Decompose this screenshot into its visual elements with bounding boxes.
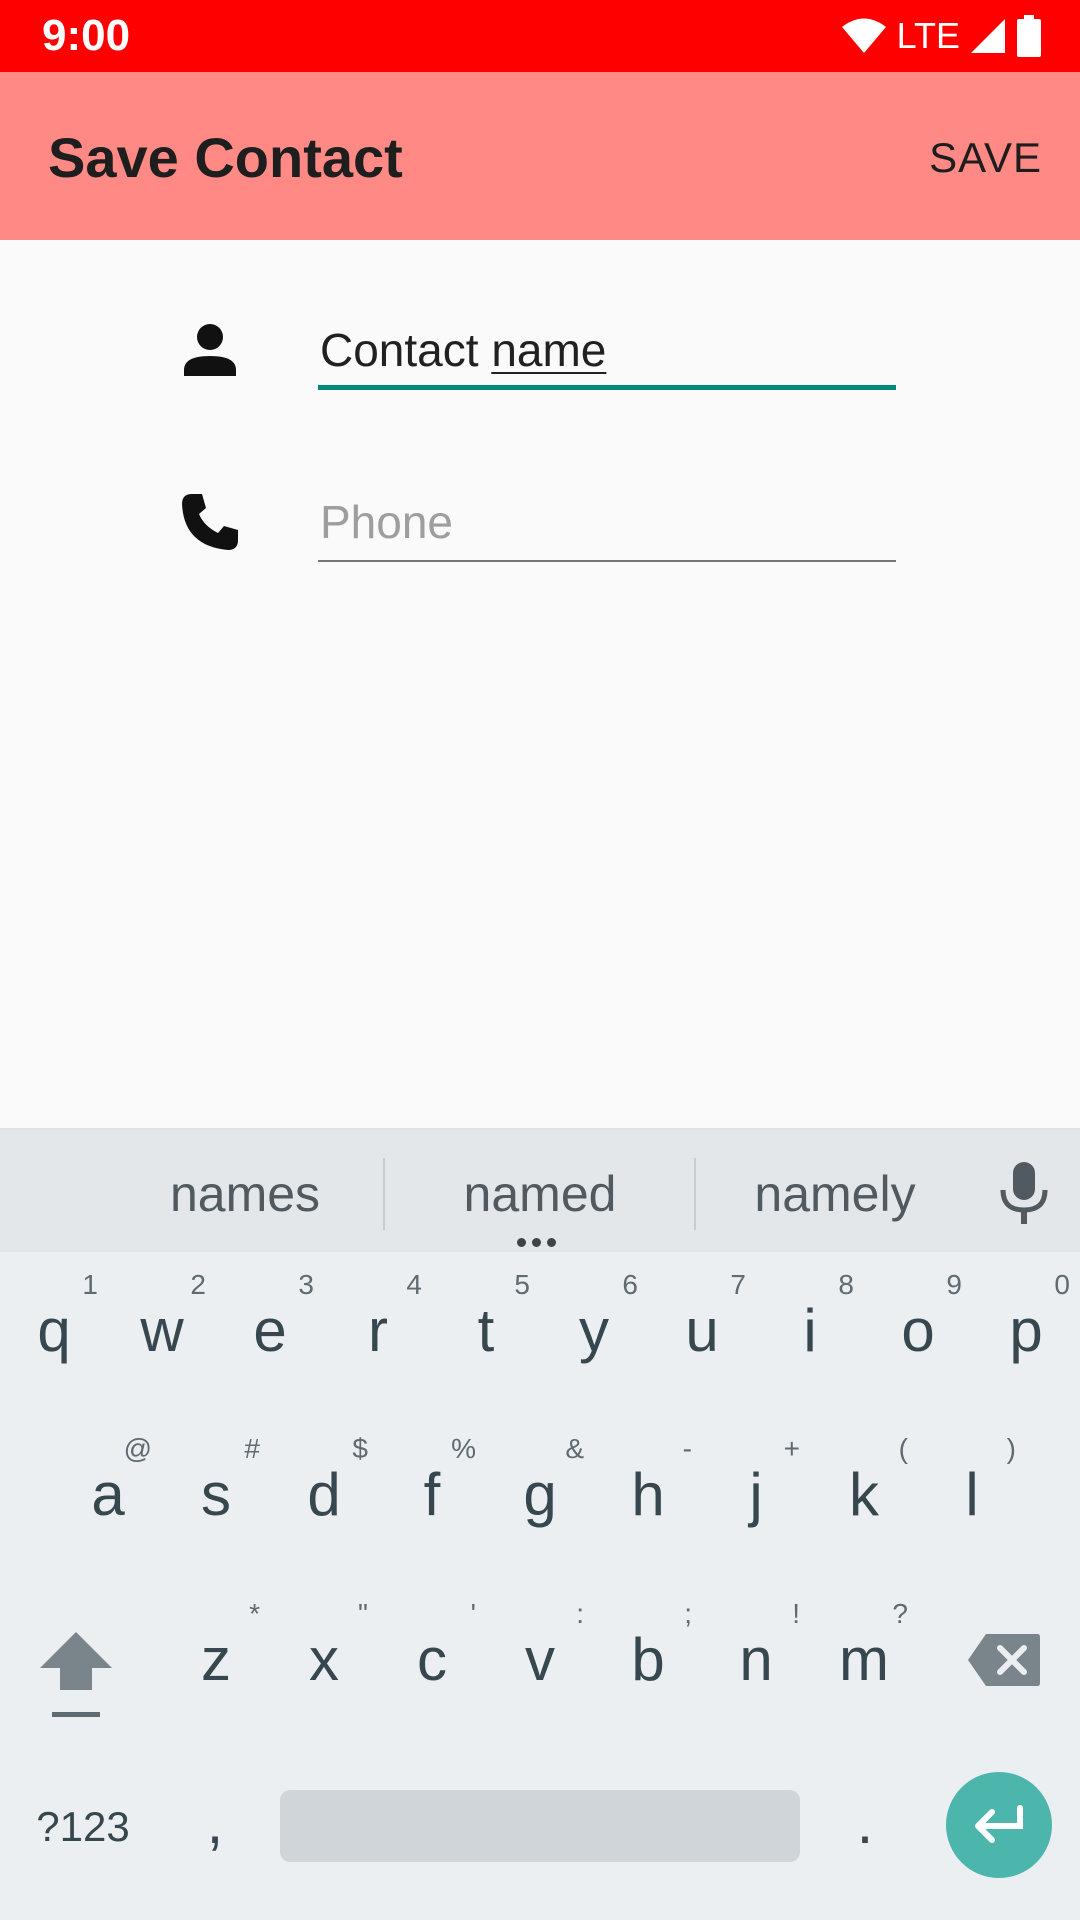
key-label: o (901, 1297, 935, 1364)
key-u[interactable]: 7u (648, 1266, 756, 1406)
comma-key[interactable]: , (170, 1758, 260, 1898)
key-j[interactable]: + j (702, 1430, 810, 1570)
key-label: a (91, 1461, 125, 1528)
suggestion-namely[interactable]: namely (720, 1164, 950, 1224)
key-label: l (965, 1461, 979, 1528)
key-q[interactable]: 1q (0, 1266, 108, 1406)
key-w[interactable]: 2w (108, 1266, 216, 1406)
enter-arrow-icon (975, 1805, 1023, 1843)
status-icons: LTE (841, 14, 1042, 58)
key-b[interactable]: ; b (594, 1595, 702, 1735)
key-label: n (739, 1626, 773, 1693)
key-g[interactable]: & g (486, 1430, 594, 1570)
suggestion-names[interactable]: names (140, 1164, 350, 1224)
period-key-label: . (856, 1789, 874, 1856)
battery-icon (1017, 15, 1041, 57)
suggestion-named[interactable]: named (420, 1164, 660, 1224)
contact-name-prefix: Contact (320, 324, 492, 376)
space-bar[interactable] (280, 1790, 800, 1862)
status-bar: 9:00 LTE (0, 0, 1080, 72)
key-label: s (201, 1461, 231, 1528)
suggestion-divider (383, 1158, 385, 1230)
key-i[interactable]: 8i (756, 1266, 864, 1406)
wifi-icon (841, 18, 886, 53)
person-icon (184, 324, 236, 376)
key-d[interactable]: $ d (270, 1430, 378, 1570)
enter-button[interactable] (946, 1772, 1052, 1878)
key-label: d (307, 1461, 341, 1528)
key-e[interactable]: 3e (216, 1266, 324, 1406)
app-bar: Save Contact SAVE (0, 72, 1080, 240)
phone-row: Phone (0, 462, 1080, 582)
page-title: Save Contact (48, 126, 403, 189)
comma-key-label: , (206, 1789, 224, 1856)
key-label: j (749, 1461, 763, 1528)
shift-key-icon[interactable] (36, 1630, 116, 1722)
contact-name-row: Contact name (0, 290, 1080, 410)
key-label: v (525, 1626, 555, 1693)
symbols-key[interactable]: ?123 (18, 1758, 148, 1898)
microphone-icon[interactable] (996, 1160, 1052, 1226)
key-label: p (1009, 1297, 1043, 1364)
composing-word: name (491, 324, 607, 376)
key-label: c (417, 1626, 447, 1693)
more-suggestions-icon[interactable] (517, 1238, 556, 1247)
key-x[interactable]: " x (270, 1595, 378, 1735)
key-label: h (631, 1461, 665, 1528)
status-time: 9:00 (42, 11, 131, 60)
key-label: i (803, 1297, 817, 1364)
phone-field-underline (318, 560, 896, 562)
key-label: x (309, 1626, 339, 1693)
phone-placeholder: Phone (320, 496, 454, 548)
key-m[interactable]: ? m (810, 1595, 918, 1735)
key-label: m (839, 1626, 889, 1693)
suggestion-divider (694, 1158, 696, 1230)
name-field-underline (318, 385, 896, 390)
symbols-key-label: ?123 (36, 1803, 130, 1850)
key-l[interactable]: ) l (918, 1430, 1026, 1570)
key-c[interactable]: ' c (378, 1595, 486, 1735)
phone-input[interactable]: Phone (318, 486, 896, 562)
key-s[interactable]: # s (162, 1430, 270, 1570)
key-label: z (201, 1626, 231, 1693)
key-label: g (523, 1461, 557, 1528)
key-label: q (37, 1297, 71, 1364)
network-type-label: LTE (896, 15, 960, 56)
contact-name-value: Contact name (320, 324, 606, 376)
suggestion-strip: names named namely (0, 1128, 1080, 1252)
key-z[interactable]: * z (162, 1595, 270, 1735)
key-label: t (477, 1297, 495, 1364)
key-label: b (631, 1626, 665, 1693)
key-o[interactable]: 9o (864, 1266, 972, 1406)
backspace-key-icon[interactable] (966, 1632, 1042, 1688)
key-label: f (423, 1461, 441, 1528)
key-a[interactable]: @ a (54, 1430, 162, 1570)
contact-name-input[interactable]: Contact name (318, 314, 896, 390)
key-label: e (253, 1297, 287, 1364)
key-label: y (579, 1297, 609, 1364)
key-label: r (368, 1297, 388, 1364)
key-r[interactable]: 4r (324, 1266, 432, 1406)
phone-icon (182, 494, 238, 550)
key-label: u (685, 1297, 719, 1364)
key-f[interactable]: % f (378, 1430, 486, 1570)
key-v[interactable]: :v (486, 1595, 594, 1735)
key-k[interactable]: (k (810, 1430, 918, 1570)
cell-signal-icon (971, 19, 1005, 53)
key-h[interactable]: -h (594, 1430, 702, 1570)
key-label: w (140, 1297, 184, 1364)
key-label: k (849, 1461, 879, 1528)
key-t[interactable]: 5t (432, 1266, 540, 1406)
save-button[interactable]: SAVE (929, 134, 1042, 182)
key-y[interactable]: 6y (540, 1266, 648, 1406)
key-n[interactable]: ! n (702, 1595, 810, 1735)
key-p[interactable]: 0p (972, 1266, 1080, 1406)
period-key[interactable]: . (820, 1758, 910, 1898)
